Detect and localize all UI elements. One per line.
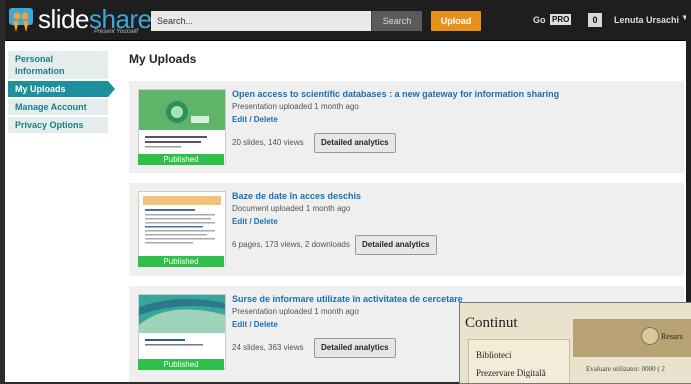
search-button[interactable]: Search xyxy=(371,11,422,31)
upload-stats: 20 slides, 140 views xyxy=(232,138,304,147)
page-title: My Uploads xyxy=(129,52,197,66)
upload-meta: Presentation uploaded 1 month ago xyxy=(232,307,359,316)
edit-delete-link[interactable]: Edit / Delete xyxy=(232,320,278,329)
edit-delete-link[interactable]: Edit / Delete xyxy=(232,115,278,124)
overlay-banner: Resurs xyxy=(573,319,691,357)
document-thumbnail[interactable] xyxy=(138,191,226,266)
published-status-badge: Published xyxy=(138,154,224,165)
account-sidebar: Personal Information My Uploads Manage A… xyxy=(8,51,115,135)
detailed-analytics-button[interactable]: Detailed analytics xyxy=(314,338,396,358)
overlay-link-biblioteci[interactable]: Biblioteci xyxy=(476,350,512,360)
published-status-badge: Published xyxy=(138,359,224,370)
sidebar-item-personal-information[interactable]: Personal Information xyxy=(8,51,108,79)
notification-count-badge[interactable]: 0 xyxy=(588,13,602,27)
slideshare-logo[interactable]: slideshare Present Yourself xyxy=(8,4,152,37)
top-navigation-bar: slideshare Present Yourself Search Uploa… xyxy=(5,0,691,41)
sidebar-item-manage-account[interactable]: Manage Account xyxy=(8,99,108,115)
slideshare-logo-icon xyxy=(9,8,33,32)
upload-stats: 24 slides, 363 views xyxy=(232,343,304,352)
upload-meta: Document uploaded 1 month ago xyxy=(232,204,351,213)
slide-preview-image xyxy=(139,90,225,163)
seal-icon xyxy=(641,327,659,345)
upload-title-link[interactable]: Surse de informare utilizate în activita… xyxy=(232,294,463,304)
logo-tagline: Present Yourself xyxy=(94,29,138,35)
overlay-title: Continut xyxy=(465,315,518,331)
overlay-evaluation-text: Evaluare utilizator: 0000 ( 2 xyxy=(586,365,665,373)
upload-stats: 6 pages, 173 views, 2 downloads xyxy=(232,240,350,249)
search-input[interactable] xyxy=(151,11,371,31)
detailed-analytics-button[interactable]: Detailed analytics xyxy=(355,235,437,255)
upload-card: Published Open access to scientific data… xyxy=(129,81,684,173)
edit-delete-link[interactable]: Edit / Delete xyxy=(232,217,278,226)
upload-button[interactable]: Upload xyxy=(431,11,481,31)
sidebar-item-my-uploads[interactable]: My Uploads xyxy=(8,81,115,97)
upload-title-link[interactable]: Open access to scientific databases : a … xyxy=(232,89,559,99)
overlay-link-prezervare-digitala[interactable]: Prezervare Digitală xyxy=(476,368,546,378)
published-status-badge: Published xyxy=(138,256,224,267)
user-menu-name[interactable]: Lenuta Ursachi xyxy=(614,15,679,25)
pro-badge[interactable]: PRO xyxy=(550,14,572,25)
upload-title-link[interactable]: Baze de date în acces deschis xyxy=(232,191,361,201)
overlapping-window[interactable]: Continut Biblioteci Prezervare Digitală … xyxy=(459,302,691,384)
detailed-analytics-button[interactable]: Detailed analytics xyxy=(314,133,396,153)
sidebar-item-privacy-options[interactable]: Privacy Options xyxy=(8,117,108,133)
presentation-thumbnail[interactable] xyxy=(138,89,226,164)
presentation-thumbnail[interactable] xyxy=(138,294,226,369)
upload-meta: Presentation uploaded 1 month ago xyxy=(232,102,359,111)
go-pro-label[interactable]: Go xyxy=(533,15,546,25)
upload-card: Published Baze de date în acces deschis … xyxy=(129,183,684,276)
document-preview-image xyxy=(139,192,225,265)
slide-preview-image xyxy=(139,295,225,368)
overlay-banner-text: Resurs xyxy=(661,332,683,341)
